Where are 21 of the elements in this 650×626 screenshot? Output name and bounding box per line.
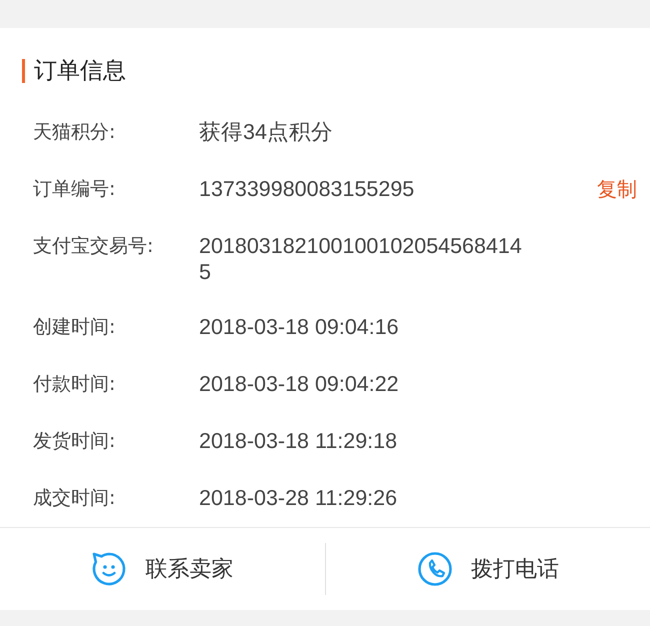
section-title: 订单信息 — [34, 57, 126, 86]
field-label: 天猫积分: — [32, 120, 116, 145]
copy-link[interactable]: 复制 — [597, 175, 637, 204]
field-value: 2018031821001001020545684145 — [199, 233, 523, 285]
chat-face-icon — [91, 551, 128, 587]
field-label: 发货时间: — [32, 429, 116, 454]
field-value: 2018-03-18 09:04:22 — [199, 371, 400, 397]
phone-icon — [416, 551, 453, 587]
field-value: 2018-03-28 11:29:26 — [199, 485, 398, 511]
action-button-label[interactable]: 联系卖家 — [145, 554, 234, 584]
field-value: 2018-03-18 09:04:16 — [199, 314, 400, 340]
title-accent-bar — [22, 59, 25, 83]
field-label: 订单编号: — [32, 177, 116, 202]
field-label: 成交时间: — [32, 486, 116, 511]
field-label: 创建时间: — [32, 315, 116, 340]
field-value: 获得34点积分 — [199, 119, 334, 145]
field-label: 付款时间: — [32, 372, 116, 397]
field-label: 支付宝交易号: — [32, 234, 154, 259]
action-button-label[interactable]: 拨打电话 — [470, 554, 559, 584]
field-value: 137339980083155295 — [199, 176, 416, 202]
field-value: 2018-03-18 11:29:18 — [199, 428, 398, 454]
